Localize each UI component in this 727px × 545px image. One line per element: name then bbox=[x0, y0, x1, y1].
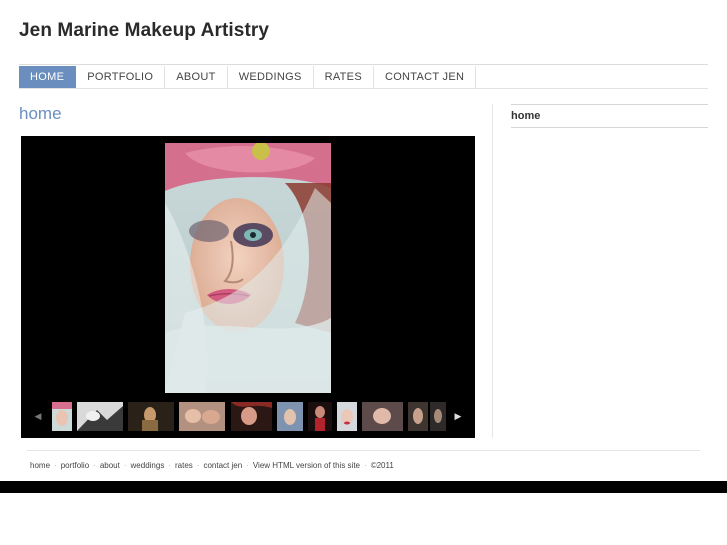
footer-link-contact-jen[interactable]: contact jen bbox=[203, 461, 242, 470]
footer-link-portfolio[interactable]: portfolio bbox=[61, 461, 89, 470]
chevron-right-icon[interactable]: ▶ bbox=[453, 410, 463, 422]
sidebar-rule-bottom bbox=[511, 127, 708, 128]
page-bottom-bar bbox=[0, 481, 727, 493]
thumbnail-7[interactable] bbox=[308, 402, 332, 431]
footer: home · portfolio · about · weddings · ra… bbox=[30, 461, 394, 470]
footer-copyright: ©2011 bbox=[370, 461, 394, 470]
footer-link-about[interactable]: about bbox=[100, 461, 120, 470]
sidebar-rule-top bbox=[511, 104, 708, 105]
nav-item-home[interactable]: HOME bbox=[19, 66, 77, 88]
footer-link-weddings[interactable]: weddings bbox=[131, 461, 165, 470]
nav-item-about[interactable]: ABOUT bbox=[165, 66, 228, 88]
footer-separator: · bbox=[54, 461, 57, 470]
thumbnail-4[interactable] bbox=[179, 402, 225, 431]
thumbnail-10[interactable] bbox=[408, 402, 428, 431]
sidebar-divider bbox=[492, 104, 493, 438]
nav-divider-bottom bbox=[19, 88, 708, 89]
nav-item-rates[interactable]: RATES bbox=[314, 66, 374, 88]
slideshow-main-photo[interactable] bbox=[165, 143, 331, 393]
chevron-left-icon[interactable]: ◀ bbox=[33, 410, 43, 422]
footer-divider bbox=[27, 450, 700, 451]
site-title[interactable]: Jen Marine Makeup Artistry bbox=[19, 20, 269, 42]
page-title: home bbox=[19, 104, 62, 123]
slideshow: ◀ ▶ bbox=[21, 136, 475, 438]
portrait-image bbox=[165, 143, 331, 393]
thumbnail-1[interactable] bbox=[52, 402, 72, 431]
footer-link-html-version[interactable]: View HTML version of this site bbox=[253, 461, 360, 470]
nav-item-weddings[interactable]: WEDDINGS bbox=[228, 66, 314, 88]
thumbnail-11[interactable] bbox=[430, 402, 446, 431]
thumbnail-3[interactable] bbox=[128, 402, 174, 431]
footer-separator: · bbox=[168, 461, 172, 470]
footer-separator: · bbox=[123, 461, 127, 470]
thumbnail-9[interactable] bbox=[362, 402, 403, 431]
sidebar-link-home[interactable]: home bbox=[511, 110, 540, 122]
nav-item-portfolio[interactable]: PORTFOLIO bbox=[76, 66, 166, 88]
nav-item-contact-jen[interactable]: CONTACT JEN bbox=[374, 66, 477, 88]
footer-link-rates[interactable]: rates bbox=[175, 461, 193, 470]
thumbnail-strip: ◀ ▶ bbox=[21, 400, 475, 432]
thumbnail-8[interactable] bbox=[337, 402, 357, 431]
footer-separator: · bbox=[93, 461, 96, 470]
footer-separator: · bbox=[196, 461, 200, 470]
thumbnail-5[interactable] bbox=[231, 402, 272, 431]
footer-separator: · bbox=[246, 461, 249, 470]
thumbnail-2[interactable] bbox=[77, 402, 123, 431]
main-nav: HOME PORTFOLIO ABOUT WEDDINGS RATES CONT… bbox=[19, 66, 477, 88]
footer-link-home[interactable]: home bbox=[30, 461, 50, 470]
footer-separator: · bbox=[364, 461, 367, 470]
nav-divider-top bbox=[19, 64, 708, 65]
thumbnail-6[interactable] bbox=[277, 402, 303, 431]
